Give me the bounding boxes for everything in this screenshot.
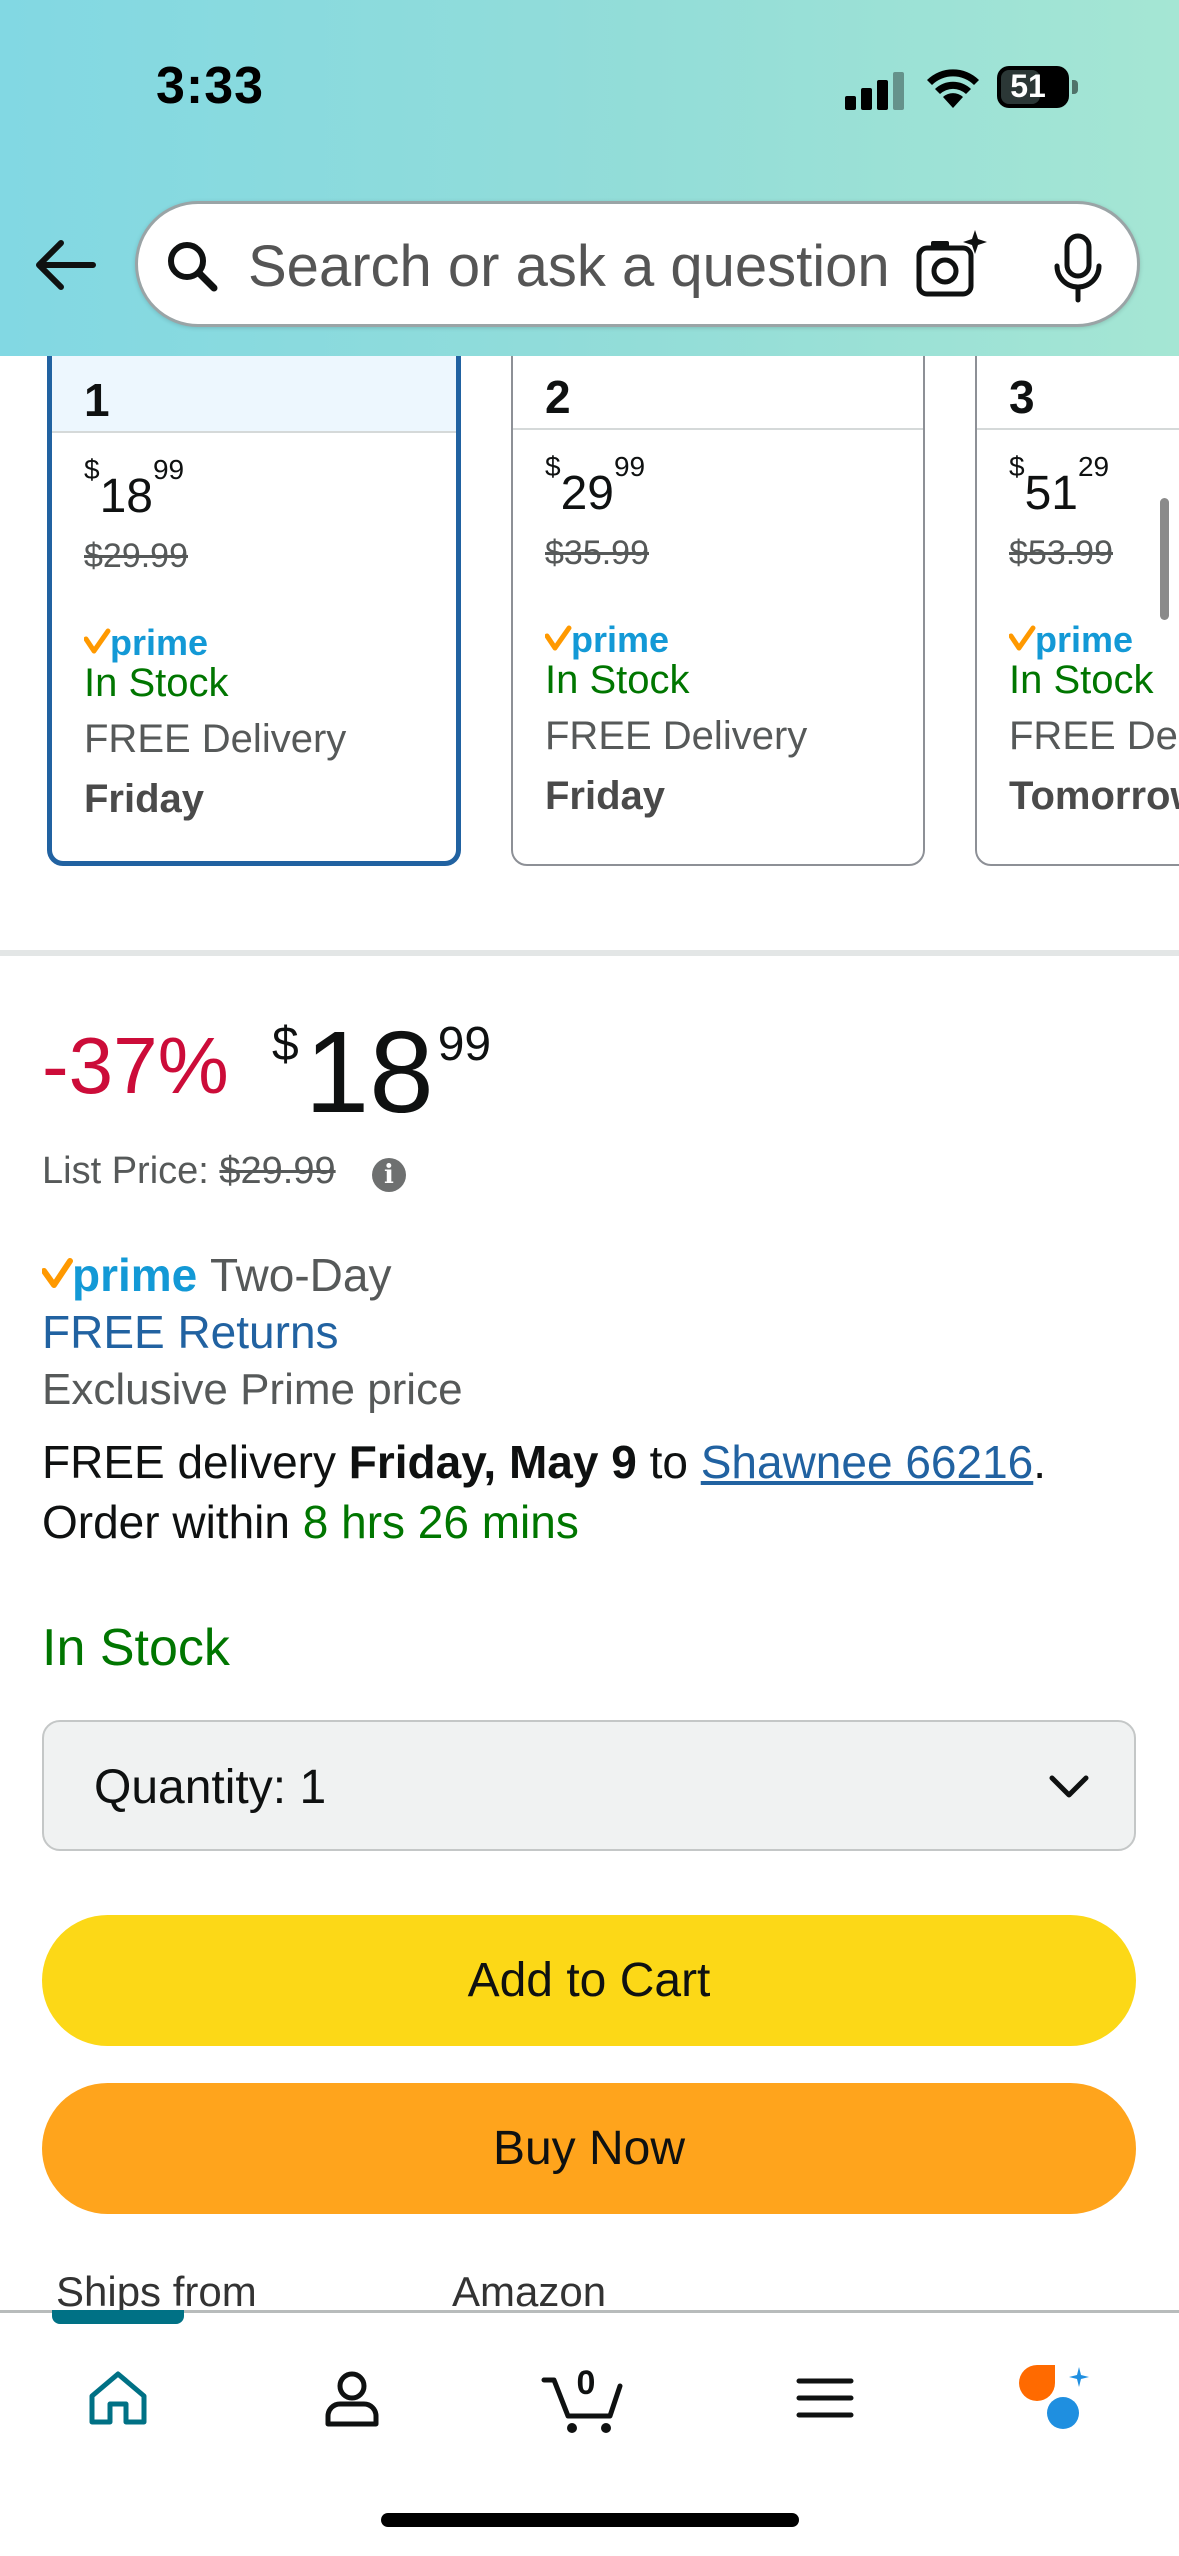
offer-price: $1899: [84, 454, 185, 523]
prime-logo-icon: prime: [42, 1249, 197, 1301]
header: 3:33 51: [0, 0, 1179, 356]
svg-text:prime: prime: [1035, 619, 1133, 660]
add-to-cart-button[interactable]: Add to Cart: [42, 1915, 1136, 2046]
free-returns-link[interactable]: FREE Returns: [42, 1305, 339, 1359]
cellular-signal-icon: [845, 70, 907, 110]
back-button[interactable]: [30, 230, 100, 300]
search-input[interactable]: [248, 226, 948, 306]
buy-now-button[interactable]: Buy Now: [42, 2083, 1136, 2214]
discount-percentage: -37%: [42, 1021, 229, 1110]
svg-text:prime: prime: [110, 622, 208, 663]
offer-delivery-day: Friday: [84, 777, 205, 821]
vertical-scrollbar[interactable]: [1160, 498, 1169, 620]
home-icon: [89, 2371, 147, 2425]
nav-menu[interactable]: [780, 2353, 870, 2443]
delivery-info: FREE delivery Friday, May 9 to Shawnee 6…: [42, 1436, 1047, 1488]
camera-search-icon[interactable]: [913, 226, 993, 306]
offer-price: $2999: [545, 451, 646, 520]
offer-number: 1: [84, 374, 110, 426]
prime-check-icon: prime: [1008, 619, 1133, 660]
offer-number: 2: [545, 371, 571, 423]
delivery-location-link[interactable]: Shawnee 66216: [701, 1436, 1034, 1488]
offer-cards-row: 1 $1899 $29.99 prime In Stock FREE Deliv…: [0, 356, 1179, 916]
offer-stock-status: In Stock: [545, 658, 690, 702]
prime-badge: prime: [83, 621, 214, 665]
nav-active-indicator: [52, 2310, 184, 2324]
cart-icon: 0: [541, 2364, 623, 2433]
availability-status: In Stock: [42, 1619, 230, 1677]
nav-rufus[interactable]: [1010, 2353, 1100, 2443]
chevron-down-icon: [1049, 1775, 1089, 1798]
offer-delivery: FREE Delivery: [84, 717, 347, 761]
offer-delivery-day: Tomorrow: [1009, 774, 1179, 818]
home-indicator: [381, 2513, 799, 2527]
exclusive-prime-price: Exclusive Prime price: [42, 1365, 463, 1414]
quantity-label: Quantity: 1: [94, 1761, 327, 1814]
ships-from-value: Amazon: [452, 2268, 607, 2315]
prime-check-icon: prime: [544, 619, 669, 660]
back-arrow-icon: [36, 240, 96, 290]
offer-delivery: FREE Delivery: [545, 714, 808, 758]
offer-number: 3: [1009, 371, 1035, 423]
offer-original-price: $53.99: [1009, 534, 1113, 572]
ships-from-label: Ships from: [56, 2268, 257, 2315]
offer-stock-status: In Stock: [84, 661, 229, 705]
search-icon: [168, 242, 218, 292]
offer-delivery: FREE Delivery: [1009, 714, 1179, 758]
order-countdown: Order within 8 hrs 26 mins: [42, 1496, 579, 1548]
account-icon: [325, 2371, 379, 2427]
menu-icon: [796, 2378, 854, 2418]
offer-card-3[interactable]: 3 $5129 $53.99 prime In Stock FREE Deliv…: [975, 356, 1179, 866]
offer-card-2[interactable]: 2 $2999 $35.99 prime In Stock FREE Deliv…: [511, 356, 925, 866]
bottom-nav: 0: [0, 2310, 1179, 2556]
nav-home[interactable]: [73, 2353, 163, 2443]
rufus-assistant-icon: [1019, 2365, 1089, 2429]
list-price: List Price: $29.99: [42, 1150, 336, 1192]
prime-badge: prime: [544, 618, 675, 662]
offer-original-price: $29.99: [84, 537, 188, 575]
prime-two-day: prime Two-Day: [42, 1245, 391, 1305]
current-price: $1899: [272, 1007, 492, 1137]
battery-icon: 51: [997, 66, 1078, 108]
info-icon[interactable]: i: [372, 1158, 406, 1192]
microphone-icon[interactable]: [1043, 230, 1113, 306]
offer-card-1[interactable]: 1 $1899 $29.99 prime In Stock FREE Deliv…: [47, 356, 461, 866]
search-bar[interactable]: [135, 201, 1140, 327]
offer-delivery-day: Friday: [545, 774, 666, 818]
quantity-dropdown[interactable]: Quantity: 1: [42, 1720, 1136, 1851]
svg-text:prime: prime: [571, 619, 669, 660]
prime-check-icon: prime: [83, 622, 208, 663]
two-day-label: Two-Day: [210, 1249, 392, 1301]
status-time: 3:33: [156, 57, 265, 115]
wifi-icon: [927, 69, 979, 108]
svg-text:prime: prime: [72, 1249, 197, 1301]
offer-stock-status: In Stock: [1009, 658, 1154, 702]
offer-price: $5129: [1009, 451, 1110, 520]
cart-count: 0: [577, 2364, 596, 2402]
offer-original-price: $35.99: [545, 534, 649, 572]
section-divider: [0, 950, 1179, 956]
nav-cart[interactable]: 0: [540, 2353, 630, 2443]
prime-badge: prime: [1008, 618, 1139, 662]
nav-account[interactable]: [307, 2353, 397, 2443]
battery-level: 51: [1010, 68, 1046, 104]
